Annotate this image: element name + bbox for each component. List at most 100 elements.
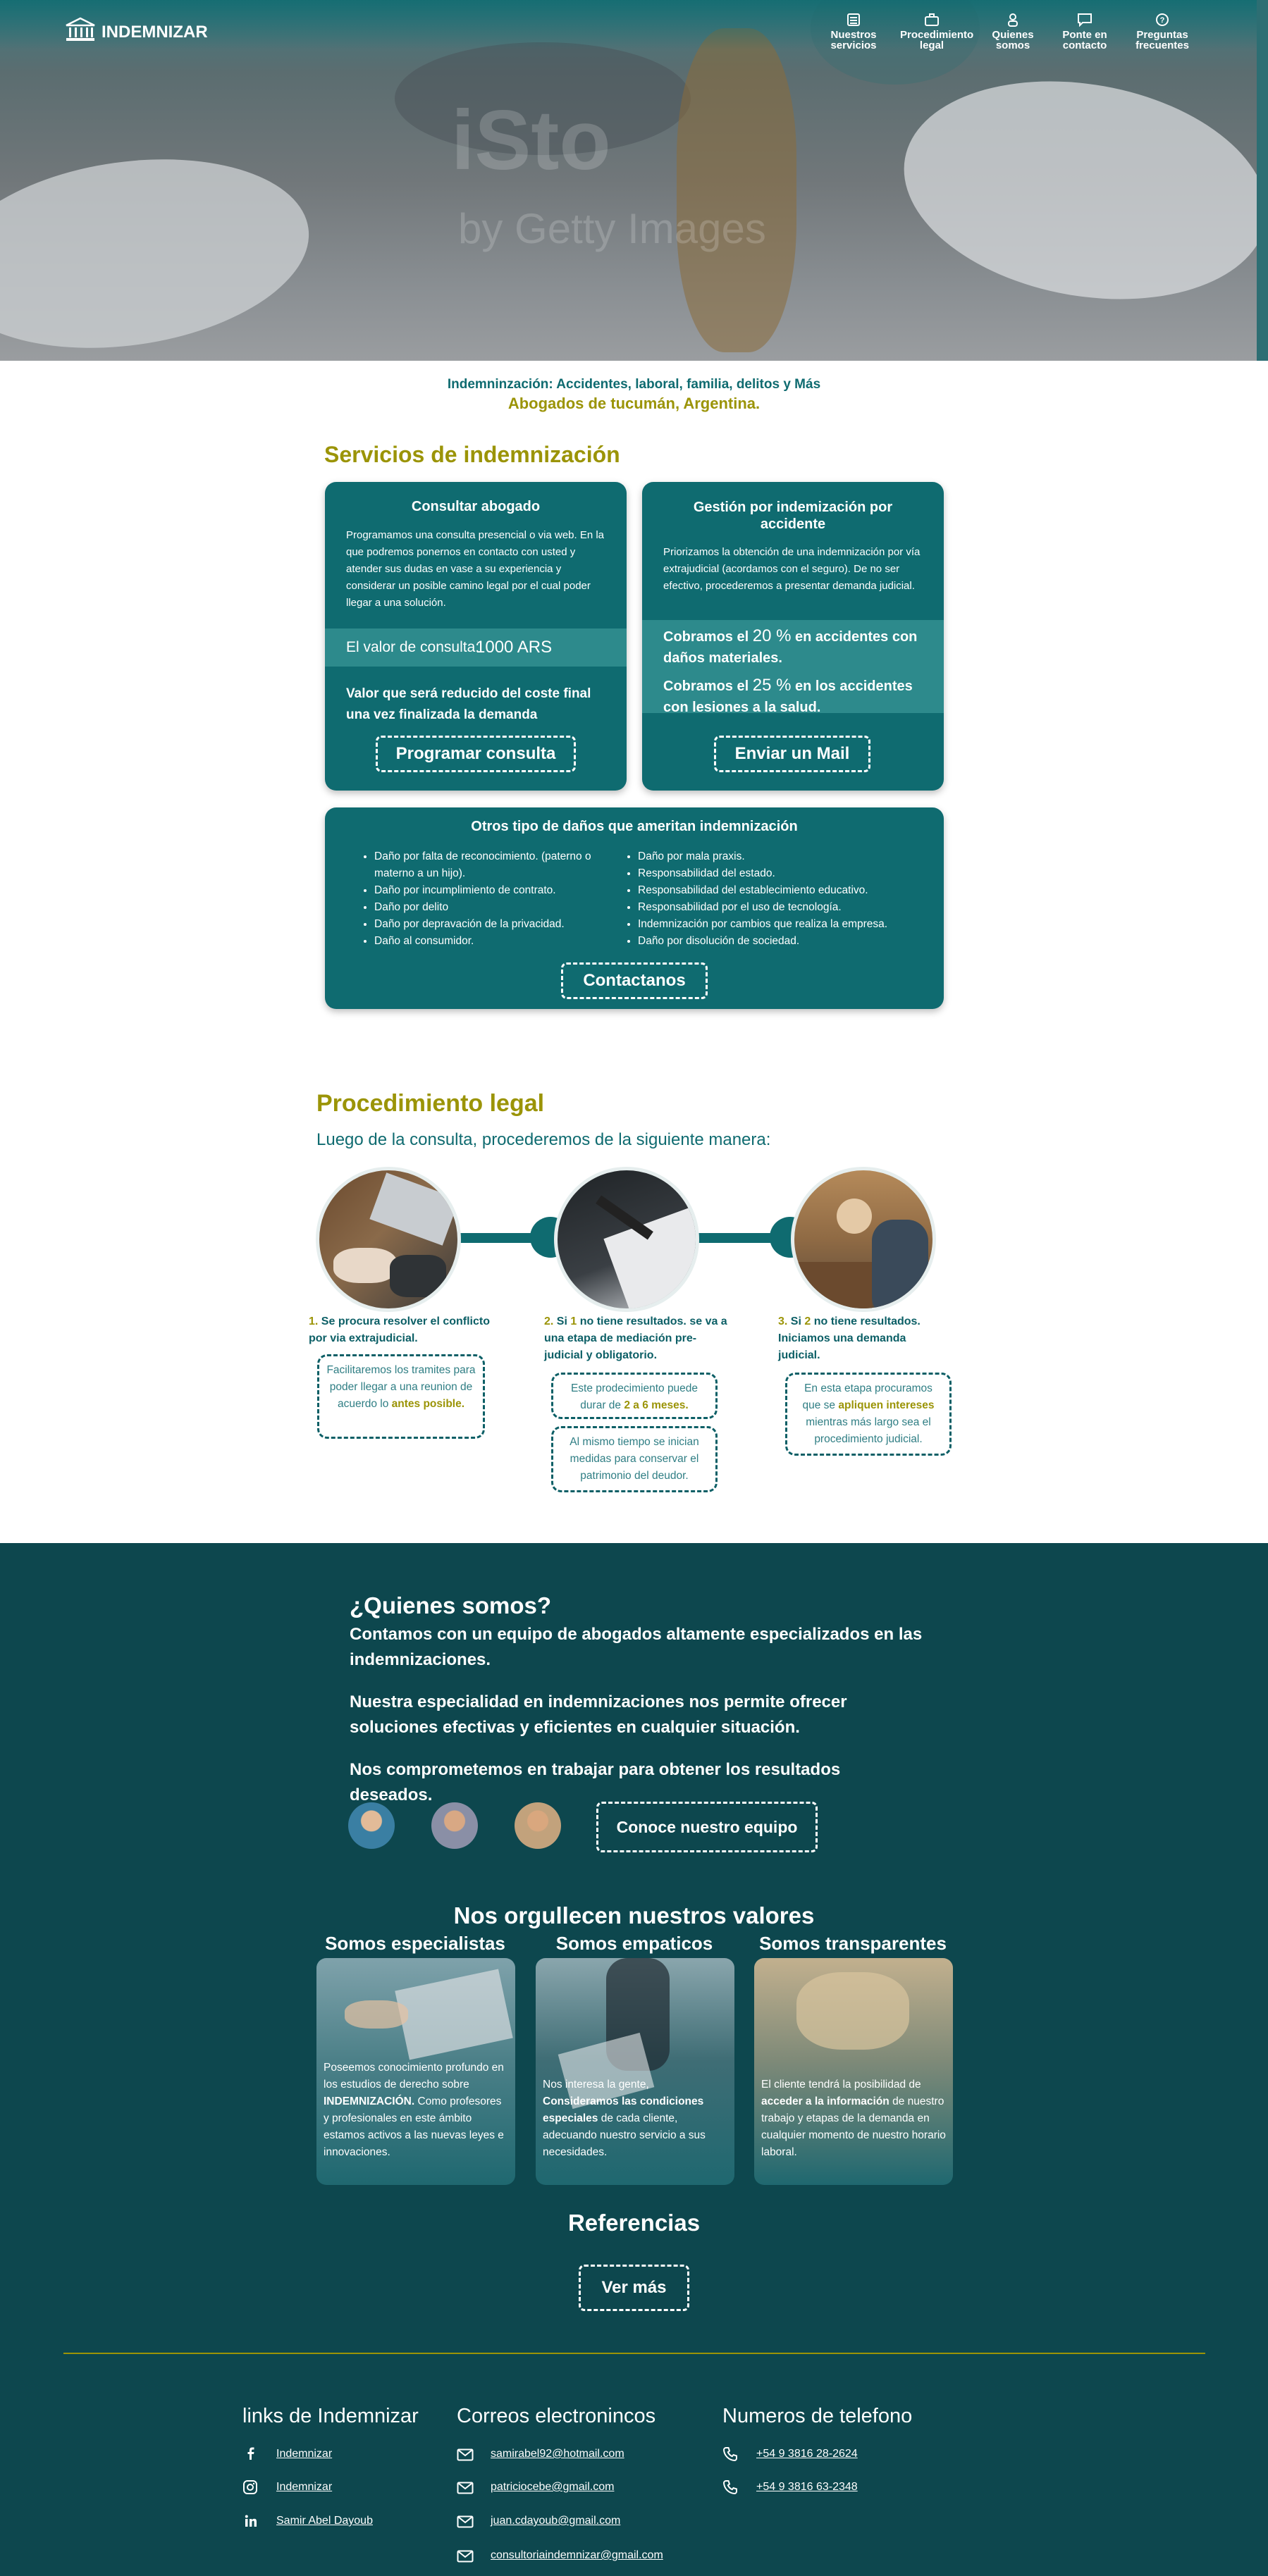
procedure-subtitle: Luego de la consulta, procederemos de la…: [316, 1130, 771, 1149]
contact-button[interactable]: Contactanos: [561, 962, 708, 999]
nav-procedimiento[interactable]: Procedimiento legal: [900, 13, 973, 51]
mail-icon: [457, 2482, 474, 2494]
value-text: Poseemos conocimiento profundo en los es…: [324, 2062, 504, 2158]
about-p2: Nuestra especialidad en indemnizaciones …: [350, 1692, 847, 1737]
other-list-right: Daño por mala praxis. Responsabilidad de…: [624, 848, 934, 950]
step-3-photo: [791, 1167, 936, 1312]
nav-quienes[interactable]: Quienes somos: [981, 13, 1045, 51]
consult-title: Consultar abogado: [411, 499, 541, 514]
accident-title: Gestión por indemización por accidente: [693, 500, 893, 532]
services-title: Servicios de indemnización: [324, 442, 620, 467]
hero-watermark-sub: by Getty Images: [458, 205, 766, 252]
references-title: Referencias: [567, 2210, 701, 2236]
footer-emails-title: Correos electronincos: [457, 2405, 656, 2427]
mail-icon: [457, 2550, 474, 2563]
other-title: Otros tipo de daños que ameritan indemni…: [471, 819, 798, 834]
nav-label: Preguntas frecuentes: [1135, 29, 1189, 51]
price-label: El valor de consulta:: [346, 639, 480, 655]
courthouse-icon: [66, 17, 95, 41]
consult-text: Programamos una consulta presencial o vi…: [346, 529, 605, 609]
value-text: Nos interesa la gente, Consideramos las …: [543, 2079, 706, 2158]
chat-icon: [1078, 13, 1092, 27]
nav-label: Ponte en contacto: [1062, 29, 1107, 51]
rate-line-1: Cobramos el 20 % en accidentes con daños…: [663, 626, 918, 666]
list-item: Daño por incumplimiento de contrato.: [374, 882, 614, 899]
list-item: Daño por disolución de sociedad.: [638, 933, 934, 950]
step-2-photo: [554, 1167, 699, 1312]
footer-email[interactable]: consultoriaindemnizar@gmail.com: [491, 2549, 663, 2562]
mail-icon: [457, 2515, 474, 2528]
avatar: [348, 1802, 395, 1849]
facebook-icon: [247, 2447, 254, 2460]
footer-phone[interactable]: +54 9 3816 63-2348: [756, 2481, 858, 2494]
value-card-transparent: El cliente tendrá la posibilidad de acce…: [754, 1958, 953, 2185]
intro-line1: Indemninzación: Accidentes, laboral, fam…: [447, 377, 821, 392]
nav-preguntas[interactable]: ? Preguntas frecuentes: [1131, 13, 1194, 51]
value-title: Somos especialistas: [325, 1933, 505, 1954]
value-text: El cliente tendrá la posibilidad de acce…: [761, 2079, 946, 2158]
footer-phone[interactable]: +54 9 3816 28-2624: [756, 2448, 858, 2460]
price-band: El valor de consulta: 1000 ARS: [325, 628, 627, 667]
reduced-note: Valor que será reducido del coste final …: [346, 686, 591, 722]
other-damages-card: Otros tipo de daños que ameritan indemni…: [325, 807, 944, 1009]
people-icon: [1008, 13, 1018, 27]
step-3-note: En esta etapa procuramos que se apliquen…: [785, 1373, 952, 1456]
value-title: Somos empaticos: [555, 1933, 713, 1954]
avatar: [431, 1802, 478, 1849]
svg-text:?: ?: [1160, 16, 1165, 25]
see-more-button[interactable]: Ver más: [579, 2265, 689, 2311]
about-p1: Contamos con un equipo de abogados altam…: [350, 1625, 923, 1669]
list-item: Responsabilidad por el uso de tecnología…: [638, 899, 934, 916]
price-value: 1000 ARS: [476, 638, 553, 657]
brand-name: INDEMNIZAR: [101, 23, 208, 42]
nav-contacto[interactable]: Ponte en contacto: [1053, 13, 1116, 51]
about-title: ¿Quienes somos?: [350, 1592, 552, 1618]
list-icon: [847, 13, 860, 26]
list-item: Daño por falta de reconocimiento. (pater…: [374, 848, 614, 882]
footer-link[interactable]: Indemnizar: [276, 2481, 332, 2494]
list-item: Daño al consumidor.: [374, 933, 614, 950]
list-item: Responsabilidad del estado.: [638, 865, 934, 882]
avatar: [515, 1802, 561, 1849]
footer-link[interactable]: Samir Abel Dayoub: [276, 2515, 373, 2527]
footer-email[interactable]: patriciocebe@gmail.com: [491, 2481, 614, 2494]
other-list-left: Daño por falta de reconocimiento. (pater…: [360, 848, 614, 950]
step-2-note-2: Al mismo tiempo se inician medidas para …: [551, 1426, 718, 1492]
nav-label: Quienes somos: [992, 29, 1034, 51]
accident-text: Priorizamos la obtención de una indemniz…: [663, 546, 921, 592]
hero-banner: iSto by Getty Images: [0, 0, 1268, 361]
question-icon: ?: [1156, 13, 1169, 26]
team-button[interactable]: Conoce nuestro equipo: [596, 1802, 818, 1852]
intro-line2: Abogados de tucumán, Argentina.: [507, 395, 761, 412]
list-item: Daño por depravación de la privacidad.: [374, 916, 614, 933]
value-title: Somos transparentes: [759, 1933, 947, 1954]
values-title: Nos orgullecen nuestros valores: [453, 1902, 815, 1928]
footer-link[interactable]: Indemnizar: [276, 2448, 332, 2460]
footer-email[interactable]: juan.cdayoub@gmail.com: [491, 2515, 620, 2527]
step-3-text: 3. Si 2 no tiene resultados. Iniciamos u…: [778, 1315, 921, 1361]
instagram-icon: [243, 2480, 257, 2494]
phone-icon: [722, 2480, 737, 2495]
schedule-button[interactable]: Programar consulta: [376, 736, 576, 772]
footer-email[interactable]: samirabel92@hotmail.com: [491, 2448, 624, 2460]
phone-icon: [722, 2447, 737, 2462]
mail-icon: [457, 2448, 474, 2461]
nav-servicios[interactable]: Nuestros servicios: [822, 13, 885, 51]
footer-phones-title: Numeros de telefono: [722, 2405, 913, 2427]
consult-card: Consultar abogado Programamos una consul…: [325, 482, 627, 791]
nav-label: Procedimiento legal: [900, 29, 974, 51]
briefcase-icon: [925, 13, 939, 26]
list-item: Indemnización por cambios que realiza la…: [638, 916, 934, 933]
step-1-note: Facilitaremos los tramites para poder ll…: [317, 1354, 485, 1439]
rate-line-2: Cobramos el 25 % en los accidentes con l…: [663, 676, 913, 715]
step-2-note: Este prodecimiento puede durar de 2 a 6 …: [551, 1373, 718, 1419]
mail-button[interactable]: Enviar un Mail: [714, 736, 870, 772]
hero-watermark: iSto: [451, 93, 611, 187]
accident-card: Gestión por indemización por accidente P…: [642, 482, 944, 791]
rates-band: Cobramos el 20 % en accidentes con daños…: [642, 620, 944, 715]
value-card-specialists: Poseemos conocimiento profundo en los es…: [316, 1958, 515, 2185]
list-item: Daño por mala praxis.: [638, 848, 934, 865]
rate-pct-1: 20 %: [752, 626, 792, 645]
step-1-photo: [316, 1167, 461, 1312]
footer-links-title: links de Indemnizar: [242, 2405, 419, 2427]
